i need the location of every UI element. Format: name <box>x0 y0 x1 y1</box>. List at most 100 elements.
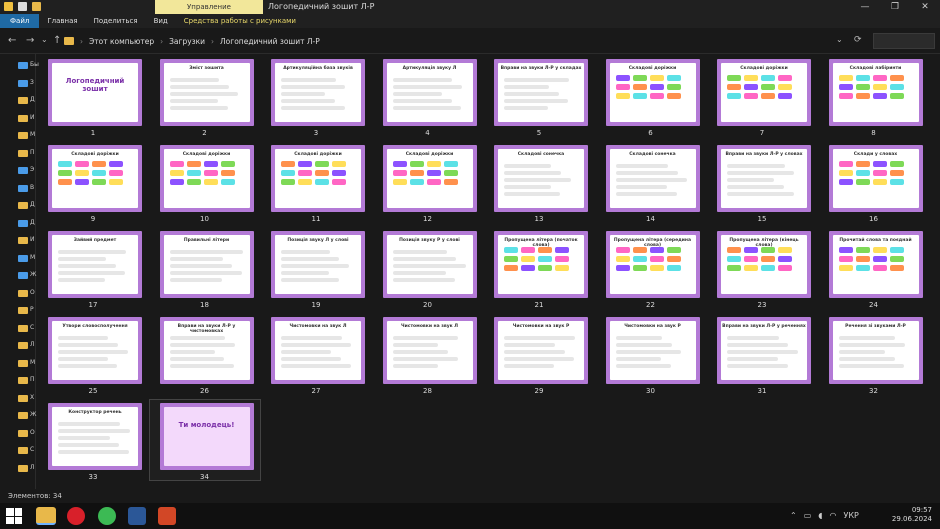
sidebar-item-icon[interactable] <box>18 447 28 454</box>
sidebar-item-label[interactable]: М <box>30 359 35 366</box>
sidebar-item-label[interactable]: Ж <box>30 411 36 418</box>
language-indicator[interactable]: УКР <box>843 511 858 520</box>
new-folder-icon[interactable] <box>32 2 41 11</box>
tab-home[interactable]: Главная <box>39 14 85 28</box>
file-item[interactable]: Складові сонечка 13 <box>484 142 594 223</box>
search-input[interactable] <box>873 33 935 49</box>
file-item[interactable]: Складові сонечка 14 <box>596 142 706 223</box>
file-item[interactable]: Позиція звуку Л у слові 19 <box>261 228 371 309</box>
sidebar-item-label[interactable]: М <box>30 254 35 261</box>
sidebar-item-label[interactable]: Д <box>30 219 35 226</box>
sidebar-item-icon[interactable] <box>18 237 28 244</box>
file-item[interactable]: Складові доріжки 9 <box>38 142 148 223</box>
sidebar-item-label[interactable]: П <box>30 149 35 156</box>
file-item[interactable]: Вправи на звуки Л-Р у реченнях 31 <box>707 314 817 395</box>
start-icon[interactable] <box>6 508 22 524</box>
sidebar-item-label[interactable]: С <box>30 446 34 453</box>
sidebar-item-icon[interactable] <box>18 307 28 314</box>
file-item[interactable]: Зміст зошита 2 <box>150 56 260 137</box>
sidebar-item-icon[interactable] <box>18 97 28 104</box>
tab-share[interactable]: Поделиться <box>86 14 146 28</box>
file-item[interactable]: Пропущена літера (середина слова) 22 <box>596 228 706 309</box>
sidebar-item-icon[interactable] <box>18 272 28 279</box>
sidebar-item-label[interactable]: М <box>30 131 35 138</box>
breadcrumb[interactable]: › Этот компьютер › Загрузки › Логопедичн… <box>64 33 854 49</box>
file-item[interactable]: Речення зі звуками Л-Р 32 <box>819 314 929 395</box>
sidebar-item-icon[interactable] <box>18 429 28 437</box>
sidebar-item-icon[interactable] <box>18 412 28 419</box>
sidebar-item-label[interactable]: И <box>30 236 35 243</box>
sidebar-item-icon[interactable] <box>18 219 28 227</box>
sidebar-item-icon[interactable] <box>18 62 28 69</box>
sidebar-item-icon[interactable] <box>18 464 28 472</box>
tab-picture-tools[interactable]: Средства работы с рисунками <box>176 14 304 28</box>
sidebar-item-label[interactable]: Р <box>30 306 34 313</box>
opera-icon[interactable] <box>67 507 85 525</box>
sidebar-item-icon[interactable] <box>18 114 28 122</box>
sidebar-item-label[interactable]: С <box>30 324 34 331</box>
file-item[interactable]: Складові лабіринти 8 <box>819 56 929 137</box>
file-item[interactable]: Складові доріжки 11 <box>261 142 371 223</box>
file-item[interactable]: Складові доріжки 7 <box>707 56 817 137</box>
file-item[interactable]: Артикуляційна база звуків 3 <box>261 56 371 137</box>
maximize-button[interactable]: ❐ <box>880 0 910 14</box>
file-item[interactable]: Артикуляція звуку Л 4 <box>373 56 483 137</box>
file-item[interactable]: Вправи на звуки Л-Р у словах 15 <box>707 142 817 223</box>
tab-view[interactable]: Вид <box>146 14 176 28</box>
sidebar-item-label[interactable]: Х <box>30 394 34 401</box>
properties-icon[interactable] <box>18 2 27 11</box>
up-button[interactable]: ↑ <box>53 35 61 46</box>
clock[interactable]: 09:57 29.06.2024 <box>892 506 932 524</box>
sidebar-item-label[interactable]: О <box>30 429 35 436</box>
file-item[interactable]: Чистомовки на звук Р 30 <box>596 314 706 395</box>
word-icon[interactable] <box>128 507 146 525</box>
sidebar-item-icon[interactable] <box>18 79 28 87</box>
close-button[interactable]: ✕ <box>910 0 940 14</box>
file-item[interactable]: Чистомовки на звук Л 28 <box>373 314 483 395</box>
breadcrumb-current-folder[interactable]: Логопедичний зошит Л-Р <box>220 37 320 46</box>
file-item[interactable]: Пропущена літера (кінець слова) 23 <box>707 228 817 309</box>
sidebar-item-icon[interactable] <box>18 202 28 209</box>
volume-icon[interactable]: ◖ <box>818 511 822 520</box>
file-item[interactable]: Зайвий предмет 17 <box>38 228 148 309</box>
sidebar-item-label[interactable]: Ж <box>30 271 36 278</box>
minimize-button[interactable]: — <box>850 0 880 14</box>
forward-button[interactable]: → <box>26 35 34 46</box>
sidebar-item-label[interactable]: О <box>30 289 35 296</box>
sidebar-item-icon[interactable] <box>18 377 28 384</box>
sidebar-item-icon[interactable] <box>18 132 28 139</box>
sidebar-item-label[interactable]: И <box>30 114 35 121</box>
sidebar-item-label[interactable]: Э <box>30 166 34 173</box>
sidebar-item-icon[interactable] <box>18 342 28 349</box>
wifi-icon[interactable]: ◠ <box>829 511 836 520</box>
file-item[interactable]: Логопедичний зошит 1 <box>38 56 148 137</box>
sidebar-item-label[interactable]: Д <box>30 96 35 103</box>
address-history-dropdown[interactable]: ⌄ <box>836 35 843 44</box>
breadcrumb-downloads[interactable]: Загрузки <box>169 37 205 46</box>
sidebar-item-label[interactable]: Л <box>30 341 35 348</box>
sidebar-item-label[interactable]: П <box>30 376 35 383</box>
file-item[interactable]: Складові доріжки 6 <box>596 56 706 137</box>
sidebar-item-label[interactable]: В <box>30 184 34 191</box>
file-item[interactable]: Чистомовки на звук Л 27 <box>261 314 371 395</box>
sidebar-item-label[interactable]: Д <box>30 201 35 208</box>
sidebar-item-label[interactable]: З <box>30 79 34 86</box>
sidebar-item-icon[interactable] <box>18 359 28 367</box>
back-button[interactable]: ← <box>8 35 16 46</box>
file-item[interactable]: Чистомовки на звук Р 29 <box>484 314 594 395</box>
file-item[interactable]: Утвори словосполучення 25 <box>38 314 148 395</box>
sidebar-item-icon[interactable] <box>18 289 28 297</box>
sidebar-item-icon[interactable] <box>18 254 28 262</box>
sidebar-item-icon[interactable] <box>18 167 28 174</box>
sidebar-item-icon[interactable] <box>18 184 28 192</box>
file-item[interactable]: Прочитай слова та поєднай 24 <box>819 228 929 309</box>
file-item[interactable]: Вправи на звуки Л-Р у складах 5 <box>484 56 594 137</box>
sidebar-item-icon[interactable] <box>18 324 28 332</box>
network-icon[interactable]: ▭ <box>804 511 812 520</box>
file-item[interactable]: Складові доріжки 12 <box>373 142 483 223</box>
file-item[interactable]: Вправи на звуки Л-Р у чистомовках 26 <box>150 314 260 395</box>
file-item[interactable]: Склади у словах 16 <box>819 142 929 223</box>
powerpoint-icon[interactable] <box>158 507 176 525</box>
sidebar-item-icon[interactable] <box>18 394 28 402</box>
refresh-button[interactable]: ⟳ <box>854 35 862 45</box>
